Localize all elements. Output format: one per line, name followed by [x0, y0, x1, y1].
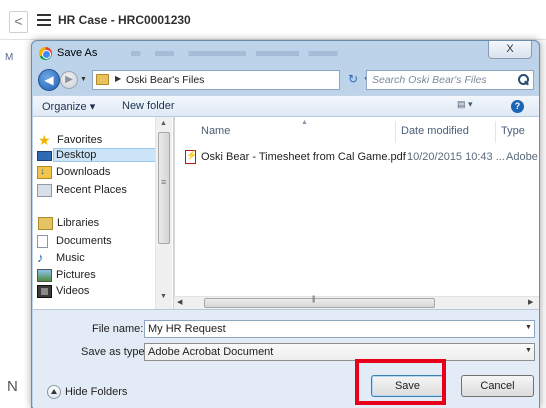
- save-as-type-select[interactable]: Adobe Acrobat Document ▼: [144, 343, 535, 361]
- dialog-toolbar: Organize ▾ New folder ▤ ▾ ?: [33, 95, 539, 117]
- background-partial-text: M: [5, 52, 14, 63]
- save-as-type-label: Save as type:: [81, 346, 148, 358]
- scrollbar-thumb[interactable]: [158, 132, 170, 244]
- file-name-value: My HR Request: [148, 323, 226, 335]
- organize-button[interactable]: Organize ▾: [42, 100, 95, 113]
- close-button[interactable]: X: [488, 41, 532, 59]
- nav-libraries[interactable]: Libraries: [38, 217, 100, 230]
- change-view-icon[interactable]: ▤ ▾: [457, 99, 487, 115]
- videos-icon: [37, 285, 52, 298]
- search-placeholder: Search Oski Bear's Files: [372, 74, 487, 86]
- pdf-file-icon: [185, 150, 197, 164]
- nav-item-label: Pictures: [56, 269, 96, 281]
- nav-favorites[interactable]: ★ Favorites: [38, 133, 103, 147]
- file-name-field[interactable]: My HR Request ▼: [144, 320, 535, 338]
- highlight-box: [355, 359, 446, 405]
- dialog-title: Save As: [57, 47, 98, 59]
- nav-item-desktop[interactable]: Desktop: [37, 148, 163, 162]
- pictures-icon: [37, 269, 52, 282]
- column-header-name[interactable]: Name: [201, 125, 230, 137]
- address-bar[interactable]: ▶ Oski Bear's Files ▼: [92, 70, 371, 90]
- navigation-pane: ★ Favorites Desktop Downloads Recent Pla…: [33, 117, 173, 309]
- back-arrow-icon[interactable]: ◀: [38, 69, 60, 91]
- recent-locations-dropdown-icon[interactable]: ▼: [80, 76, 87, 83]
- horizontal-scrollbar-thumb[interactable]: [204, 296, 435, 308]
- back-button[interactable]: <: [9, 11, 28, 33]
- nav-item-videos[interactable]: Videos: [37, 285, 90, 298]
- column-header-date-modified[interactable]: Date modified: [401, 125, 469, 137]
- background-edge: [540, 40, 546, 408]
- page-title: HR Case - HRC0001230: [58, 13, 191, 27]
- file-name-dropdown-icon[interactable]: ▼: [525, 324, 532, 331]
- music-icon: ♪: [37, 250, 44, 265]
- breadcrumb-chevron-icon[interactable]: ▶: [115, 74, 121, 83]
- address-row: ◀ ▶ ▼ ▶ Oski Bear's Files ▼ ↻ Search Osk…: [32, 67, 539, 93]
- blurred-background-text: [107, 51, 347, 56]
- chrome-icon: [39, 47, 52, 60]
- column-header-type[interactable]: Type: [501, 125, 525, 137]
- hide-folders-label: Hide Folders: [65, 386, 128, 398]
- save-as-type-dropdown-icon[interactable]: ▼: [525, 347, 532, 354]
- libraries-icon: [38, 217, 53, 230]
- column-divider[interactable]: [495, 121, 496, 143]
- scroll-left-arrow-icon[interactable]: ◀: [177, 298, 182, 306]
- column-header-label: Name: [201, 125, 231, 137]
- nav-item-music[interactable]: ♪ Music: [37, 251, 85, 264]
- nav-item-label: Documents: [56, 235, 112, 247]
- sort-ascending-icon: ▲: [301, 119, 308, 126]
- column-divider[interactable]: [395, 121, 396, 143]
- recent-places-icon: [37, 184, 52, 197]
- search-icon[interactable]: [516, 73, 530, 87]
- save-as-type-value: Adobe Acrobat Document: [148, 346, 274, 358]
- folder-icon: [96, 74, 109, 85]
- nav-libraries-label: Libraries: [57, 217, 100, 229]
- nav-item-label: Music: [56, 252, 85, 264]
- file-name-label: File name:: [92, 323, 144, 335]
- new-folder-button[interactable]: New folder: [122, 100, 175, 112]
- horizontal-scrollbar[interactable]: ◀ ▶: [174, 296, 539, 309]
- nav-item-label: Recent Places: [56, 184, 127, 196]
- file-name: Oski Bear - Timesheet from Cal Game.pdf: [201, 151, 406, 163]
- nav-favorites-label: Favorites: [57, 134, 103, 146]
- collapse-arrow-icon: [47, 385, 61, 399]
- file-row[interactable]: Oski Bear - Timesheet from Cal Game.pdf …: [183, 149, 539, 167]
- help-icon[interactable]: ?: [511, 100, 524, 113]
- save-as-dialog: Save As X ◀ ▶ ▼ ▶ Oski Bear's Files ▼ ↻ …: [31, 40, 540, 408]
- file-type: Adobe Ac: [506, 151, 539, 163]
- nav-item-label: Desktop: [56, 149, 97, 161]
- nav-item-documents[interactable]: Documents: [37, 235, 112, 248]
- nav-item-pictures[interactable]: Pictures: [37, 269, 96, 282]
- search-input[interactable]: Search Oski Bear's Files: [366, 70, 534, 90]
- refresh-icon[interactable]: ↻: [343, 71, 363, 89]
- page-header: < HR Case - HRC0001230: [0, 0, 546, 40]
- navigation-scrollbar[interactable]: ▲ ▼: [155, 117, 172, 309]
- scroll-up-arrow-icon[interactable]: ▲: [160, 120, 167, 127]
- scroll-right-arrow-icon[interactable]: ▶: [528, 298, 533, 306]
- cancel-button[interactable]: Cancel: [461, 375, 534, 397]
- breadcrumb-current-folder[interactable]: Oski Bear's Files: [126, 74, 204, 86]
- file-list: Name ▲ Date modified Type Oski Bear - Ti…: [174, 117, 539, 309]
- hamburger-menu-icon[interactable]: [37, 14, 51, 26]
- background-partial-text-bottom: N: [7, 378, 18, 395]
- file-date-modified: 10/20/2015 10:43 ...: [407, 151, 505, 163]
- forward-arrow-icon[interactable]: ▶: [60, 71, 78, 89]
- nav-item-downloads[interactable]: Downloads: [37, 166, 111, 179]
- desktop-icon: [37, 151, 52, 161]
- save-options-panel: File name: My HR Request ▼ Save as type:…: [33, 309, 539, 408]
- downloads-icon: [37, 166, 52, 179]
- star-icon: ★: [38, 132, 51, 148]
- dialog-titlebar[interactable]: Save As X: [32, 41, 539, 67]
- nav-item-label: Videos: [56, 285, 90, 297]
- scroll-down-arrow-icon[interactable]: ▼: [160, 293, 167, 300]
- documents-icon: [37, 235, 48, 248]
- nav-item-label: Downloads: [56, 166, 111, 178]
- nav-item-recent-places[interactable]: Recent Places: [37, 184, 127, 197]
